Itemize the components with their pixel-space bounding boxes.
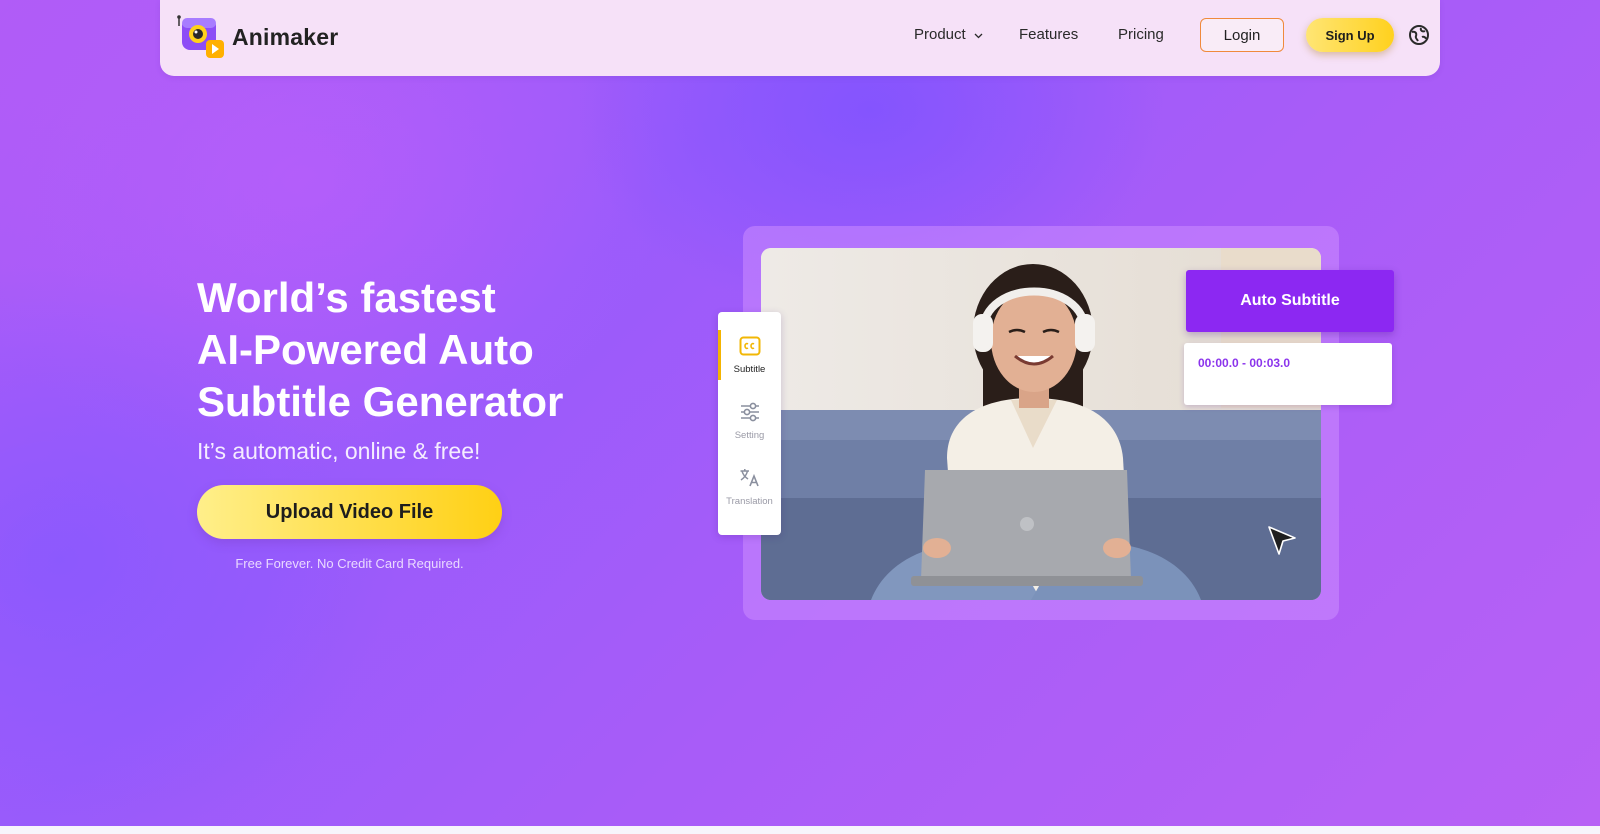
animaker-camera-logo-icon (176, 14, 226, 60)
tool-translation-label: Translation (726, 496, 773, 507)
editor-side-toolbar: Subtitle Setting Translation (718, 312, 781, 535)
tool-setting[interactable]: Setting (718, 402, 781, 441)
nav-features[interactable]: Features (1019, 26, 1078, 43)
globe-icon[interactable] (1408, 24, 1430, 46)
subtitle-timestamp: 00:00.0 - 00:03.0 (1198, 356, 1291, 370)
nav-product-label: Product (914, 26, 966, 43)
tool-subtitle[interactable]: Subtitle (718, 336, 781, 375)
subtitle-timestamp-card[interactable]: 00:00.0 - 00:03.0 (1184, 343, 1392, 405)
hero-headline: World’s fastest AI-Powered Auto Subtitle… (197, 272, 657, 428)
signup-button[interactable]: Sign Up (1306, 18, 1394, 52)
login-button[interactable]: Login (1200, 18, 1284, 52)
mouse-pointer-icon (1266, 524, 1298, 558)
nav-pricing[interactable]: Pricing (1118, 26, 1164, 43)
brand-name: Animaker (232, 23, 339, 50)
top-navbar: Animaker Product Features Pricing Login … (160, 0, 1440, 76)
tool-subtitle-label: Subtitle (733, 364, 766, 375)
chevron-down-icon (974, 26, 983, 43)
closed-caption-icon (718, 336, 781, 360)
sliders-icon (718, 402, 781, 426)
nav-product[interactable]: Product (914, 26, 983, 43)
brand-logo[interactable]: Animaker (176, 14, 338, 60)
fine-print: Free Forever. No Credit Card Required. (235, 556, 464, 571)
translate-icon (718, 468, 781, 492)
page-bottom-strip (0, 826, 1600, 834)
headline-line-1: World’s fastest (197, 274, 496, 321)
headline-line-2: AI-Powered Auto (197, 326, 534, 373)
hero-subheadline: It’s automatic, online & free! (197, 438, 481, 464)
tool-translation[interactable]: Translation (718, 468, 781, 507)
upload-video-button[interactable]: Upload Video File (197, 485, 502, 539)
auto-subtitle-button[interactable]: Auto Subtitle (1186, 270, 1394, 332)
tool-setting-label: Setting (734, 430, 765, 441)
headline-line-3: Subtitle Generator (197, 378, 564, 425)
hero-section: Animaker Product Features Pricing Login … (0, 0, 1600, 826)
